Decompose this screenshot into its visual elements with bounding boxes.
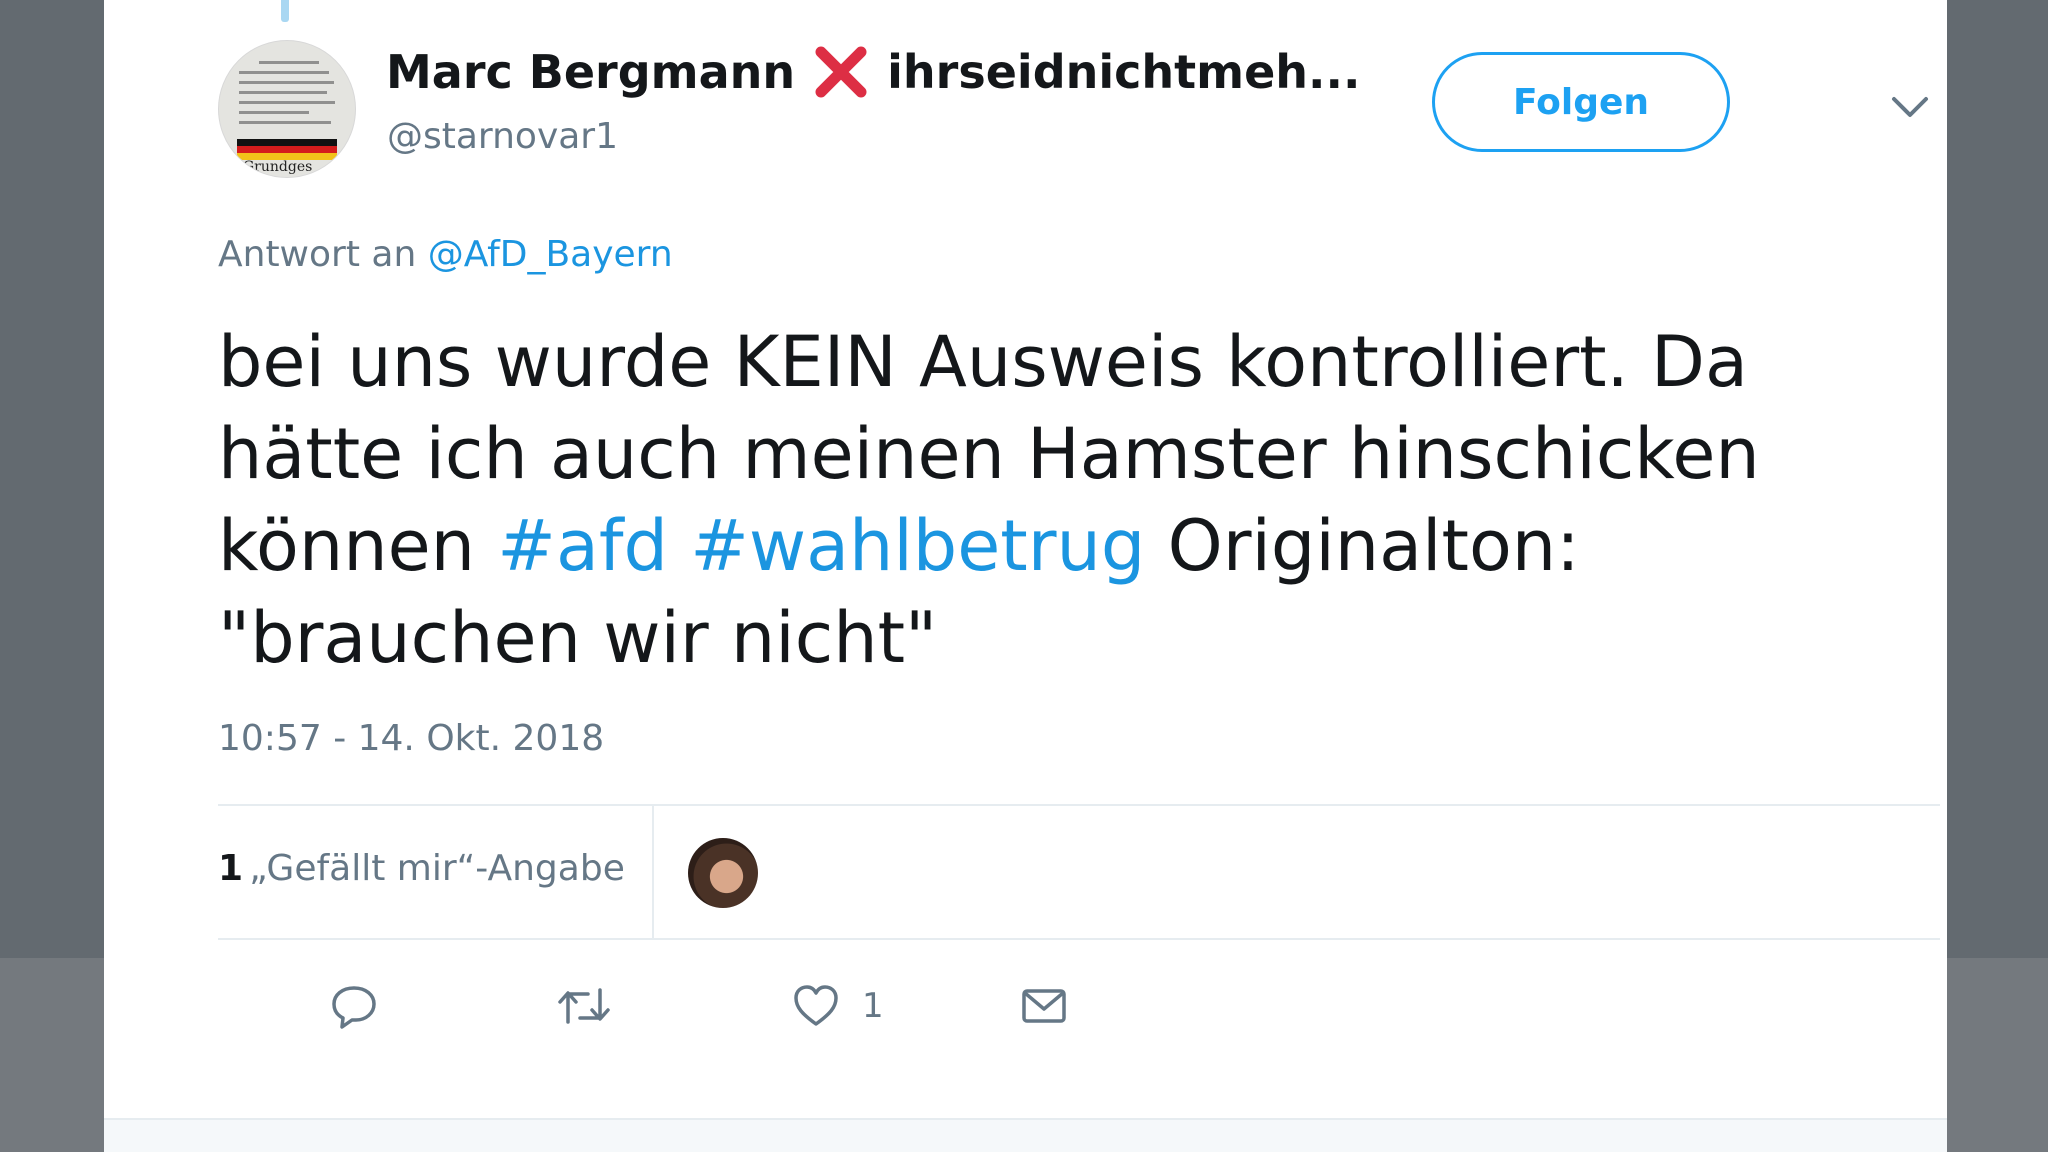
author-name[interactable]: Marc Bergmann [386, 45, 795, 99]
flag-stripe-red [237, 146, 337, 153]
liker-avatar[interactable] [688, 838, 758, 908]
retweet-button[interactable] [556, 980, 634, 1032]
avatar-text-line [239, 121, 331, 124]
chevron-down-icon[interactable] [1890, 94, 1930, 120]
cross-mark-icon [813, 44, 869, 100]
likes-label: „Gefällt mir“-Angabe [249, 848, 625, 889]
author-display-name[interactable]: Marc Bergmann ihrseidnichtmeh... [386, 44, 1360, 100]
reply-mention-link[interactable]: @AfD_Bayern [428, 234, 673, 275]
tweet-text: bei uns wurde KEIN Ausweis kontrolliert.… [218, 316, 1898, 684]
author-name-suffix[interactable]: ihrseidnichtmeh... [887, 45, 1360, 99]
reply-prefix: Antwort an [218, 234, 417, 275]
likes-stat[interactable]: 1 „Gefällt mir“-Angabe [218, 848, 625, 889]
envelope-icon [1020, 982, 1068, 1030]
stats-divider [652, 806, 654, 938]
follow-button[interactable]: Folgen [1432, 52, 1730, 152]
hashtag-link[interactable]: #wahlbetrug [690, 505, 1145, 587]
author-avatar[interactable]: Grundges [218, 40, 356, 178]
flag-stripe-black [237, 139, 337, 146]
avatar-text-line [239, 91, 327, 94]
tweet-card: Grundges Marc Bergmann ihrseidnichtmeh..… [104, 0, 1947, 1152]
like-count: 1 [862, 986, 884, 1026]
heart-icon [792, 982, 840, 1030]
divider [218, 804, 1940, 806]
tweet-timestamp[interactable]: 10:57 - 14. Okt. 2018 [218, 718, 604, 759]
direct-message-button[interactable] [1020, 980, 1090, 1032]
avatar-text-line [239, 71, 329, 74]
avatar-text-line [239, 81, 334, 84]
avatar-text-line [239, 111, 309, 114]
likes-count: 1 [218, 848, 244, 889]
card-footer-strip [104, 1118, 1947, 1152]
author-handle[interactable]: @starnovar1 [387, 116, 618, 157]
reply-button[interactable] [330, 980, 400, 1032]
reply-icon [330, 982, 378, 1030]
reply-context: Antwort an @AfD_Bayern [218, 234, 673, 275]
avatar-caption: Grundges [243, 159, 313, 175]
like-button[interactable]: 1 [792, 980, 884, 1032]
divider [218, 938, 1940, 940]
thread-connector-line [281, 0, 289, 22]
avatar-text-line [259, 61, 319, 64]
hashtag-link[interactable]: #afd [497, 505, 668, 587]
retweet-icon [556, 982, 612, 1030]
avatar-text-line [239, 101, 335, 104]
